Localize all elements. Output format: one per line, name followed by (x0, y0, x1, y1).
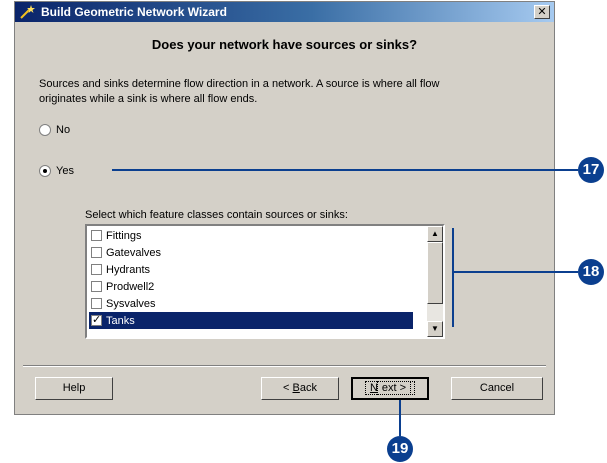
checkbox[interactable] (91, 247, 102, 258)
scroll-thumb[interactable] (427, 242, 443, 304)
scroll-down-arrow-icon[interactable]: ▼ (427, 321, 443, 337)
back-button[interactable]: < Back (261, 377, 339, 400)
radio-yes-button[interactable] (39, 165, 51, 177)
callout-19: 19 (387, 436, 413, 462)
callout-18: 18 (578, 259, 604, 285)
close-icon: ✕ (537, 6, 547, 18)
list-item[interactable]: Fittings (89, 227, 413, 244)
callout-bracket-list (452, 228, 454, 327)
checkbox[interactable] (91, 281, 102, 292)
checkbox[interactable] (91, 298, 102, 309)
title-bar[interactable]: Build Geometric Network Wizard ✕ (15, 2, 554, 22)
callout-line-next (399, 400, 401, 436)
feature-class-list[interactable]: Fittings Gatevalves Hydrants Prodwell2 S… (85, 224, 445, 339)
cancel-button[interactable]: Cancel (451, 377, 543, 400)
button-separator (23, 365, 546, 367)
next-button[interactable]: Next > (351, 377, 429, 400)
close-button[interactable]: ✕ (534, 5, 550, 19)
wizard-wand-icon (20, 5, 35, 19)
list-item[interactable]: Gatevalves (89, 244, 413, 261)
callout-17: 17 (578, 157, 604, 183)
list-item-label: Gatevalves (106, 246, 162, 259)
radio-yes-label: Yes (56, 165, 74, 177)
wizard-dialog: Build Geometric Network Wizard ✕ Does yo… (14, 1, 555, 415)
scroll-up-arrow-icon[interactable]: ▲ (427, 226, 443, 242)
checkbox[interactable] (91, 264, 102, 275)
list-item[interactable]: Hydrants (89, 261, 413, 278)
checkbox-checked[interactable] (91, 313, 102, 326)
list-item-label: Prodwell2 (106, 280, 155, 293)
list-item[interactable]: Sysvalves (89, 295, 413, 312)
list-item-label: Hydrants (106, 263, 151, 276)
radio-no-button[interactable] (39, 124, 51, 136)
radio-no[interactable]: No (39, 124, 70, 136)
radio-no-label: No (56, 124, 71, 136)
window-title: Build Geometric Network Wizard (41, 5, 227, 19)
description-text: Sources and sinks determine flow directi… (39, 78, 440, 105)
list-item-label: Sysvalves (106, 297, 156, 310)
feature-class-list-label: Select which feature classes contain sou… (85, 209, 348, 221)
callout-line-list (452, 271, 578, 273)
help-button[interactable]: Help (35, 377, 113, 400)
list-scrollbar[interactable]: ▲ ▼ (427, 226, 443, 337)
callout-line-yes (112, 169, 578, 171)
list-item-label: Fittings (106, 229, 142, 242)
list-item-selected[interactable]: Tanks (89, 312, 413, 329)
radio-yes[interactable]: Yes (39, 165, 74, 177)
list-item-label: Tanks (106, 314, 135, 327)
checkbox[interactable] (91, 230, 102, 241)
list-item[interactable]: Prodwell2 (89, 278, 413, 295)
next-button-label: Next > (364, 381, 416, 395)
page-heading: Does your network have sources or sinks? (151, 37, 418, 52)
